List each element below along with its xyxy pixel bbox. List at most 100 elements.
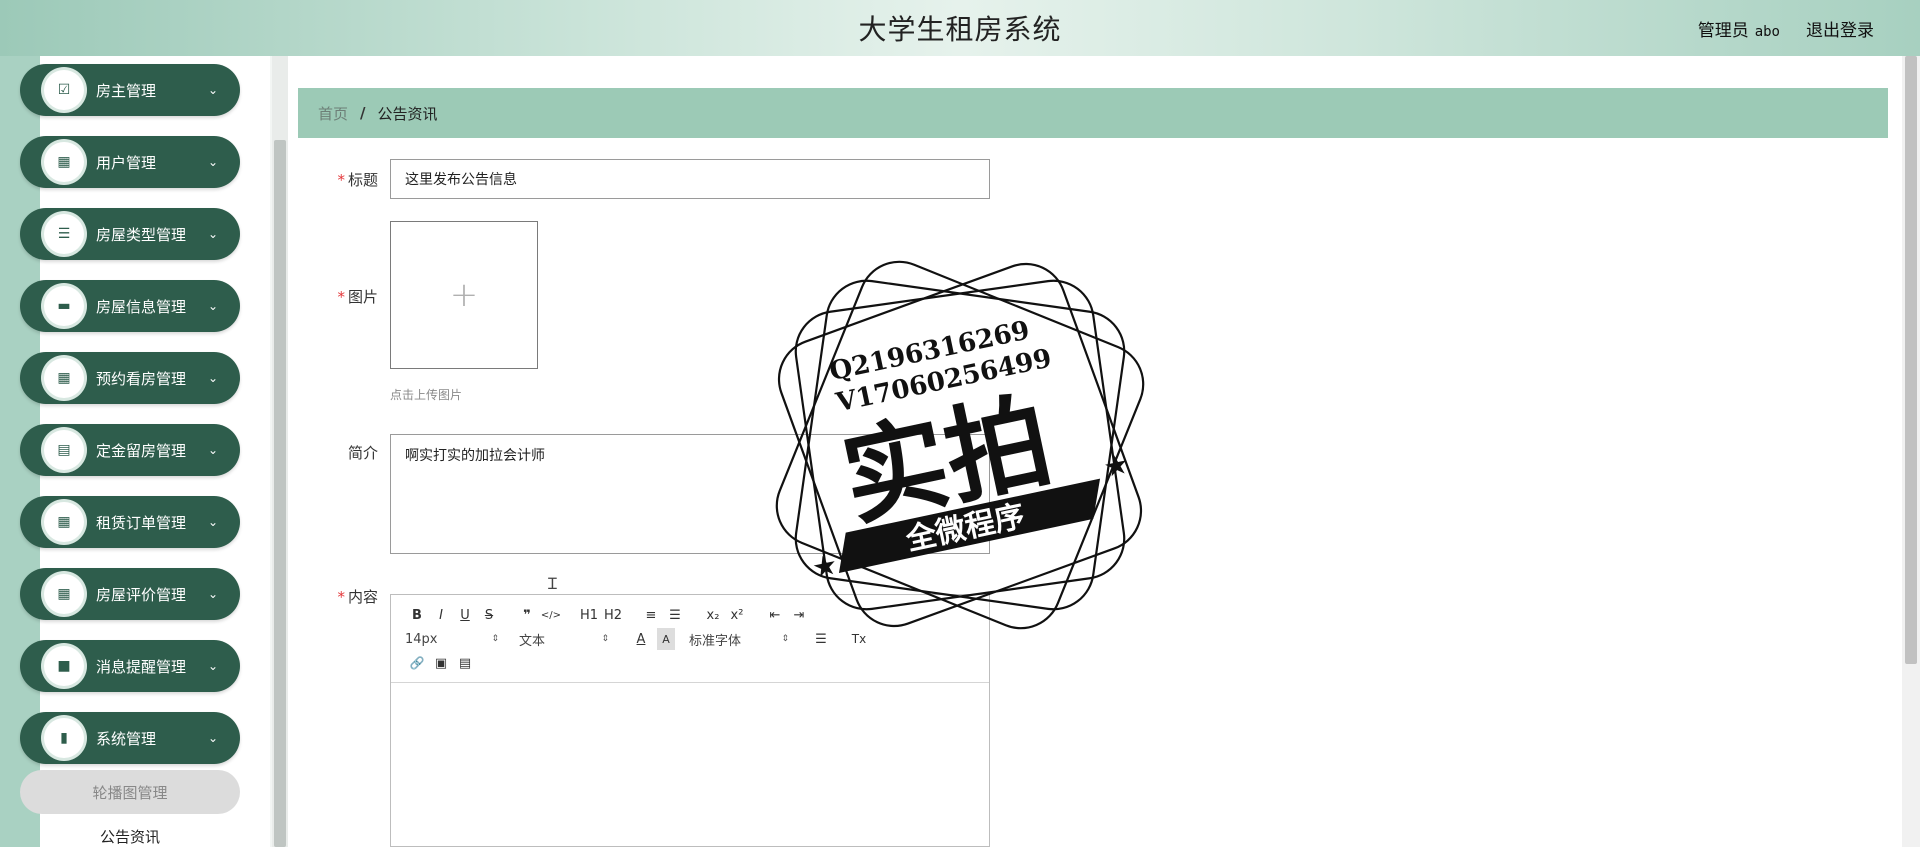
italic-icon[interactable]: I — [429, 604, 453, 626]
top-header-bar: 大学生租房系统 管理员 abo 退出登录 — [0, 0, 1920, 56]
submenu-item-announcements[interactable]: 公告资讯 — [20, 826, 240, 847]
background-color-icon[interactable]: A — [657, 628, 675, 650]
sidebar-item-label: 消息提醒管理 — [96, 657, 187, 676]
required-asterisk: * — [337, 171, 345, 189]
summary-field-label: 简介 — [347, 444, 378, 462]
content-label-text: 内容 — [347, 588, 378, 606]
rich-text-editor: B I U S ❞ </> H1 H2 ≡ ☰ x₂ x² ⇤ ⇥ 14px ⇕ — [390, 594, 990, 847]
title-input[interactable]: 这里发布公告信息 — [390, 159, 990, 199]
sidebar-item-label: 房主管理 — [96, 81, 157, 100]
sidebar-item-house-reviews[interactable]: ▦ 房屋评价管理 ⌄ — [20, 568, 240, 620]
select-arrows-icon: ⇕ — [781, 634, 789, 644]
chevron-down-icon: ⌄ — [207, 299, 218, 313]
required-asterisk: * — [337, 288, 345, 306]
image-icon[interactable]: ▣ — [429, 652, 453, 674]
sidebar-item-label: 房屋类型管理 — [96, 225, 187, 244]
paragraph-format-select[interactable]: 文本 ⇕ — [519, 628, 615, 650]
sidebar-item-notifications[interactable]: ■ 消息提醒管理 ⌄ — [20, 640, 240, 692]
font-color-icon[interactable]: A — [629, 628, 653, 650]
subscript-icon[interactable]: x₂ — [701, 604, 725, 626]
superscript-icon[interactable]: x² — [725, 604, 749, 626]
plus-icon: + — [449, 275, 479, 315]
list-icon: ☰ — [44, 214, 84, 254]
link-icon[interactable]: 🔗 — [405, 652, 429, 674]
chevron-down-icon: ⌄ — [207, 371, 218, 385]
clear-format-icon[interactable]: Tx — [847, 628, 871, 650]
font-family-select[interactable]: 标准字体 ⇕ — [689, 628, 795, 650]
outdent-icon[interactable]: ⇤ — [763, 604, 787, 626]
code-icon[interactable]: </> — [539, 604, 563, 626]
select-arrows-icon: ⇕ — [491, 634, 499, 644]
sidebar-item-landlord[interactable]: ☑ 房主管理 ⌄ — [20, 64, 240, 116]
indent-icon[interactable]: ⇥ — [787, 604, 811, 626]
editor-toolbar: B I U S ❞ </> H1 H2 ≡ ☰ x₂ x² ⇤ ⇥ 14px ⇕ — [391, 595, 989, 683]
sidebar-item-users[interactable]: ▦ 用户管理 ⌄ — [20, 136, 240, 188]
summary-textarea[interactable]: 啊实打实的加拉会计师 — [390, 434, 990, 554]
user-role-label: 管理员 — [1697, 21, 1749, 41]
sidebar-item-deposits[interactable]: ▤ 定金留房管理 ⌄ — [20, 424, 240, 476]
grid-icon: ▦ — [44, 574, 84, 614]
current-user: 管理员 abo — [1698, 16, 1780, 41]
breadcrumb-current: 公告资讯 — [377, 104, 438, 123]
main-scrollbar-thumb[interactable] — [1905, 56, 1917, 664]
app-title: 大学生租房系统 — [858, 13, 1062, 46]
logout-button[interactable]: 退出登录 — [1806, 16, 1874, 41]
sidebar-item-label: 房屋评价管理 — [96, 585, 187, 604]
grid-icon: ▦ — [44, 142, 84, 182]
toolbar-row-2: 14px ⇕ 文本 ⇕ A A 标准字体 ⇕ ☰ Tx — [405, 627, 979, 651]
sidebar-item-lease-orders[interactable]: ▦ 租赁订单管理 ⌄ — [20, 496, 240, 548]
user-name-label: abo — [1754, 24, 1780, 40]
sidebar-item-label: 用户管理 — [96, 153, 157, 172]
message-icon: ■ — [44, 646, 84, 686]
required-asterisk: * — [337, 588, 345, 606]
grid-icon: ▦ — [44, 502, 84, 542]
sidebar-item-system[interactable]: ▮ 系统管理 ⌄ — [20, 712, 240, 764]
underline-icon[interactable]: U — [453, 604, 477, 626]
heading-1-icon[interactable]: H1 — [577, 604, 601, 626]
breadcrumb-home-link[interactable]: 首页 — [318, 103, 348, 124]
sidebar-item-house-info[interactable]: ▬ 房屋信息管理 ⌄ — [20, 280, 240, 332]
upload-hint: 点击上传图片 — [390, 388, 463, 402]
chevron-down-icon: ⌄ — [207, 731, 218, 745]
sidebar-item-viewing-appointments[interactable]: ▦ 预约看房管理 ⌄ — [20, 352, 240, 404]
chevron-down-icon: ⌄ — [207, 155, 218, 169]
chevron-down-icon: ⌄ — [207, 659, 218, 673]
chevron-down-icon: ⌄ — [207, 443, 218, 457]
toolbar-row-3: 🔗 ▣ ▤ — [405, 651, 979, 675]
align-icon[interactable]: ☰ — [809, 628, 833, 650]
submenu-item-carousel[interactable]: 轮播图管理 — [20, 770, 240, 814]
breadcrumb: 首页 / 公告资讯 — [298, 88, 1888, 138]
briefcase-icon: ▬ — [44, 286, 84, 326]
paragraph-format-value: 文本 — [519, 633, 546, 649]
image-upload-button[interactable]: + — [390, 221, 538, 369]
image-label-text: 图片 — [347, 288, 378, 306]
sidebar-item-label: 租赁订单管理 — [96, 513, 187, 532]
font-family-value: 标准字体 — [689, 633, 742, 649]
grid-icon: ▦ — [44, 358, 84, 398]
book-icon: ▮ — [44, 718, 84, 758]
title-label-text: 标题 — [347, 171, 378, 189]
header-user-area: 管理员 abo 退出登录 — [1698, 16, 1874, 41]
font-size-select[interactable]: 14px ⇕ — [405, 628, 505, 650]
video-icon[interactable]: ▤ — [453, 652, 477, 674]
ordered-list-icon[interactable]: ≡ — [639, 604, 663, 626]
sidebar-item-label: 房屋信息管理 — [96, 297, 187, 316]
chevron-down-icon: ⌄ — [207, 515, 218, 529]
select-arrows-icon: ⇕ — [601, 634, 609, 644]
chevron-down-icon: ⌄ — [207, 587, 218, 601]
image-field-label: * 图片 — [298, 286, 378, 307]
bold-icon[interactable]: B — [405, 604, 429, 626]
title-field-label: * 标题 — [298, 169, 378, 190]
toolbar-row-1: B I U S ❞ </> H1 H2 ≡ ☰ x₂ x² ⇤ ⇥ — [405, 603, 979, 627]
blockquote-icon[interactable]: ❞ — [515, 604, 539, 626]
heading-2-icon[interactable]: H2 — [601, 604, 625, 626]
editor-body[interactable] — [391, 683, 989, 847]
sidebar-item-house-types[interactable]: ☰ 房屋类型管理 ⌄ — [20, 208, 240, 260]
strikethrough-icon[interactable]: S — [477, 604, 501, 626]
bullet-list-icon[interactable]: ☰ — [663, 604, 687, 626]
font-size-value: 14px — [405, 631, 438, 647]
sidebar-item-label: 系统管理 — [96, 729, 157, 748]
sidebar-scrollbar-thumb[interactable] — [274, 140, 286, 847]
sidebar-item-label: 预约看房管理 — [96, 369, 187, 388]
text-cursor-icon: Ɪ — [548, 574, 557, 593]
